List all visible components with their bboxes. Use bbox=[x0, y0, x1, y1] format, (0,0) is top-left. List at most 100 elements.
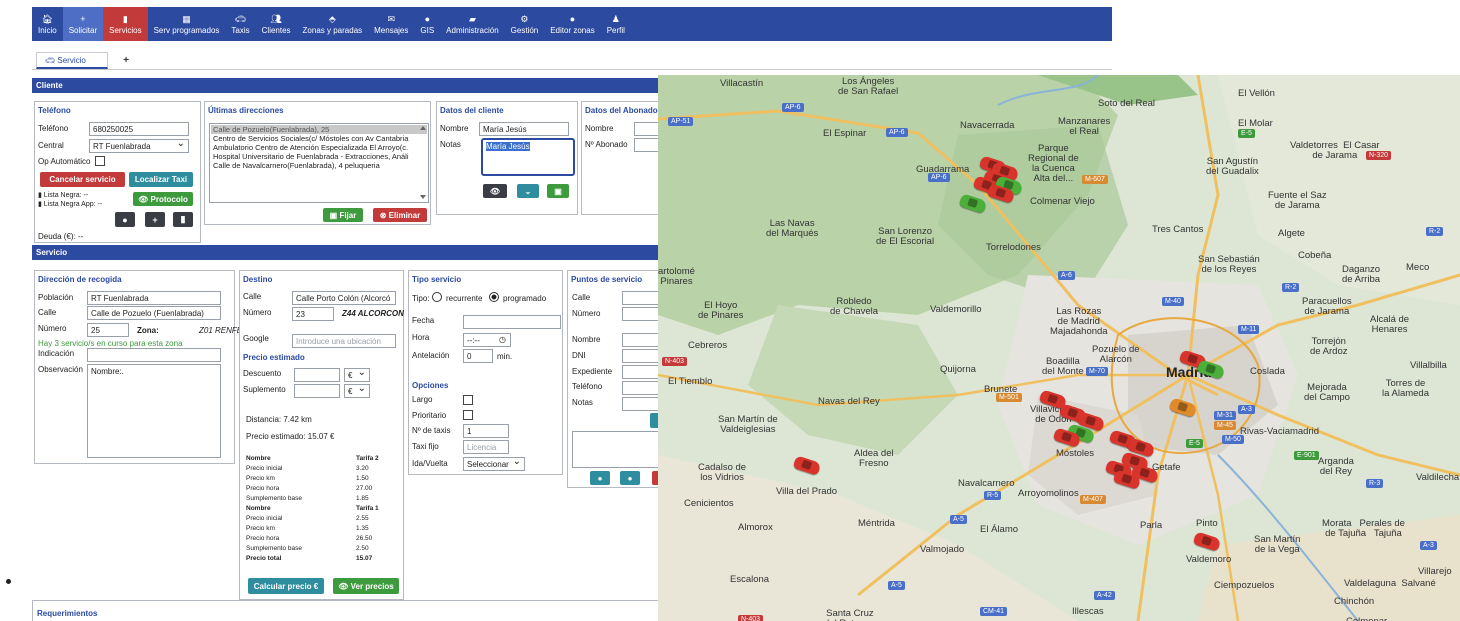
nav-item-administracion[interactable]: ▰ Administración bbox=[440, 7, 504, 41]
nav-item-zonas[interactable]: ⬘ Zonas y paradas bbox=[297, 7, 369, 41]
google-input[interactable]: Introduce una ubicación bbox=[292, 334, 396, 348]
localizar-taxi-button[interactable]: Localizar Taxi bbox=[129, 172, 193, 187]
nav-item-label: Serv programados bbox=[153, 25, 220, 35]
recurrente-radio[interactable] bbox=[432, 292, 442, 302]
address-item[interactable]: Calle de Navalcarnero(Fuenlabrada), 4 pe… bbox=[211, 161, 427, 170]
address-item[interactable]: Centro de Servicios Sociales(c/ Móstoles… bbox=[211, 134, 427, 143]
road-shield: M-40 bbox=[1162, 297, 1184, 306]
address-item[interactable]: Ambulatorio Centro de Atención Especiali… bbox=[211, 143, 427, 152]
map-place-label: Los Ángeles de San Rafael bbox=[838, 76, 899, 97]
gis-icon: ● bbox=[424, 13, 430, 24]
map-view[interactable]: Villacastín Los Ángeles de San Rafael Soto… bbox=[658, 75, 1460, 621]
tarifa-key: Nombre bbox=[246, 455, 271, 462]
tarifas-table: Nombre Tarifa 2 Precio inicial 3.20 Precio k… bbox=[246, 454, 396, 564]
indicacion-input[interactable] bbox=[87, 348, 221, 362]
map-place-label: Torres de la Alameda bbox=[1382, 378, 1430, 399]
puntos-circle-button-1[interactable]: ● bbox=[590, 471, 610, 485]
notas-cliente-textarea[interactable]: María Jesús bbox=[481, 138, 575, 176]
table-row: Nombre Tarifa 2 bbox=[246, 454, 396, 464]
descuento-currency-select[interactable]: € bbox=[344, 368, 370, 382]
nav-item-inicio[interactable]: 🏠︎ Inicio bbox=[32, 7, 63, 41]
n-taxis-input[interactable]: 1 bbox=[463, 424, 509, 438]
hora-input[interactable]: --:-- ◷ bbox=[463, 333, 511, 347]
map-place-label: Colmenar Viejo bbox=[1030, 196, 1095, 207]
calcular-precio-button[interactable]: Calcular precio € bbox=[248, 578, 324, 594]
save-button[interactable]: ▣ bbox=[547, 184, 569, 198]
eliminar-button[interactable]: ⊗ Eliminar bbox=[373, 208, 427, 222]
nav-item-perfil[interactable]: ♟ Perfil bbox=[601, 7, 631, 41]
nav-item-solicitar[interactable]: + Solicitar bbox=[62, 7, 104, 41]
trash-button[interactable]: ▮ bbox=[173, 212, 193, 227]
antelacion-input[interactable]: 0 bbox=[463, 349, 493, 363]
road-shield: M-50 bbox=[1222, 435, 1244, 444]
n-taxis-label: Nº de taxis bbox=[412, 426, 451, 435]
tarifa-key: Precio km bbox=[246, 475, 275, 482]
nav-item-editor-zonas[interactable]: ● Editor zonas bbox=[544, 7, 600, 41]
solicitar-icon: + bbox=[80, 13, 86, 24]
address-list[interactable]: Calle de Pozuelo(Fuenlabrada), 25 Centro… bbox=[209, 123, 429, 203]
servicios-en-curso-text: Hay 3 servicio/s en curso para esta zona bbox=[38, 339, 183, 348]
road-shield: N-320 bbox=[1366, 151, 1392, 160]
tarifa-key: Precio inicial bbox=[246, 465, 283, 472]
nombre-cliente-input[interactable]: María Jesús bbox=[479, 122, 569, 136]
suplemento-currency-select[interactable]: € bbox=[344, 384, 370, 398]
cancelar-servicio-button[interactable]: Cancelar servicio bbox=[40, 172, 125, 187]
destino-calle-label: Calle bbox=[243, 292, 262, 301]
map-place-label: Cebreros bbox=[688, 340, 728, 351]
google-label: Google bbox=[243, 334, 269, 343]
map-place-label: El Espinar bbox=[823, 128, 867, 139]
road-shield: CM-41 bbox=[980, 607, 1008, 616]
destino-numero-label: Número bbox=[243, 308, 272, 317]
lista-negra-text: ▮ Lista Negra: -- bbox=[38, 192, 89, 199]
tab-servicio[interactable]: 🚗︎ Servicio bbox=[36, 52, 108, 69]
puntos-circle-button-2[interactable]: ● bbox=[620, 471, 640, 485]
tarifa-key: Precio hora bbox=[246, 535, 280, 542]
descuento-input[interactable] bbox=[294, 368, 340, 382]
observacion-textarea[interactable]: Nombre:. bbox=[87, 364, 221, 458]
destino-numero-input[interactable]: 23 bbox=[292, 307, 334, 321]
taxi-fijo-input[interactable]: Licencia bbox=[463, 440, 509, 454]
puntos-servicio-title: Puntos de servicio bbox=[571, 275, 643, 284]
nav-item-mensajes[interactable]: ✉ Mensajes bbox=[368, 7, 414, 41]
road-shield: N-403 bbox=[662, 357, 688, 366]
telefono-input[interactable]: 680250025 bbox=[89, 122, 189, 136]
address-item[interactable]: Hospital Universitario de Fuenlabrada - … bbox=[211, 152, 427, 161]
nav-item-gis[interactable]: ● GIS bbox=[414, 7, 440, 41]
list-scrollbar[interactable] bbox=[419, 125, 427, 201]
prioritario-label: Prioritario bbox=[412, 411, 447, 420]
nav-item-serv-programados[interactable]: ▦ Serv programados bbox=[148, 7, 226, 41]
nav-item-taxis[interactable]: 🚗︎ Taxis bbox=[225, 7, 255, 41]
puntos-list[interactable] bbox=[572, 431, 672, 468]
nav-item-clientes[interactable]: 👥︎ Clientes bbox=[256, 7, 297, 41]
table-row: Precio inicial 2.55 bbox=[246, 514, 396, 524]
circle-action-button[interactable]: ● bbox=[115, 212, 135, 227]
ver-precios-button[interactable]: 👁 Ver precios bbox=[333, 578, 399, 594]
central-select[interactable]: RT Fuenlabrada bbox=[89, 139, 189, 153]
calle-recogida-input[interactable]: Calle de Pozuelo (Fuenlabrada) bbox=[87, 306, 221, 320]
dni-label: DNI bbox=[572, 351, 586, 360]
add-button[interactable]: + bbox=[145, 212, 165, 227]
address-item[interactable]: Calle de Pozuelo(Fuenlabrada), 25 bbox=[211, 125, 427, 134]
numero-recogida-input[interactable]: 25 bbox=[87, 323, 129, 337]
map-place-label: Illescas bbox=[1072, 606, 1104, 617]
view-button[interactable]: 👁 bbox=[483, 184, 507, 198]
ida-vuelta-label: Ida/Vuelta bbox=[412, 459, 448, 468]
suplemento-input[interactable] bbox=[294, 384, 340, 398]
destino-calle-input[interactable]: Calle Porto Colón (Alcorcó bbox=[292, 291, 396, 305]
expand-button[interactable]: ⌄ bbox=[517, 184, 539, 198]
largo-checkbox[interactable] bbox=[463, 395, 473, 405]
add-tab-button[interactable]: + bbox=[116, 52, 136, 69]
ida-vuelta-select[interactable]: Seleccionar bbox=[463, 457, 525, 471]
op-automatico-checkbox[interactable] bbox=[95, 156, 105, 166]
protocolo-button[interactable]: 👁 Protocolo bbox=[133, 192, 193, 206]
fecha-input[interactable] bbox=[463, 315, 561, 329]
editor-zonas-icon: ● bbox=[569, 13, 576, 24]
programado-radio[interactable] bbox=[489, 292, 499, 302]
map-place-label: Daganzo de Arriba bbox=[1342, 264, 1381, 285]
nav-item-servicios[interactable]: ▮ Servicios bbox=[103, 7, 148, 41]
fijar-button[interactable]: ▣ Fijar bbox=[323, 208, 363, 222]
nav-item-gestion[interactable]: ⚙ Gestión bbox=[505, 7, 545, 41]
min-label: min. bbox=[497, 352, 513, 361]
prioritario-checkbox[interactable] bbox=[463, 410, 473, 420]
poblacion-input[interactable]: RT Fuenlabrada bbox=[87, 291, 221, 305]
